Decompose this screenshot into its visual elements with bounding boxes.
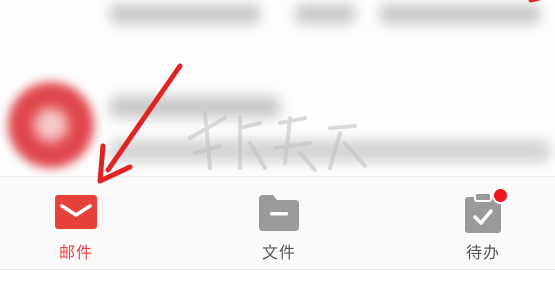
mail-icon [54,193,98,233]
tab-label: 待办 [465,243,500,262]
avatar-highlight [34,108,68,142]
bottom-tab-bar: 邮件 文件 待办 [0,177,555,269]
folder-icon [257,193,301,233]
tab-label: 邮件 [58,243,93,262]
blurred-text [110,4,260,24]
clipboard-check-icon [461,187,509,233]
tab-todo[interactable]: 待办 [423,177,543,269]
watermark-icon [188,111,367,172]
blurred-text [380,4,540,24]
blurred-text [295,4,355,24]
notification-badge [492,187,509,204]
tab-mail[interactable]: 邮件 [16,177,136,269]
tab-files[interactable]: 文件 [219,177,339,269]
mail-list [0,0,555,176]
divider [0,269,555,270]
tab-label: 文件 [261,243,296,262]
